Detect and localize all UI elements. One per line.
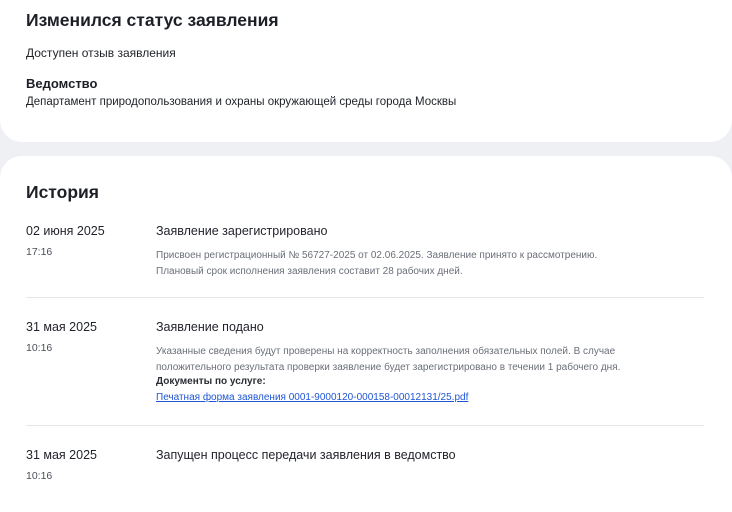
department-label: Ведомство bbox=[26, 76, 98, 91]
event-date: 02 июня 2025 bbox=[26, 224, 105, 238]
event-description-line: Плановый срок исполнения заявления соста… bbox=[156, 265, 463, 277]
documents-label: Документы по услуге: bbox=[156, 376, 266, 387]
event-date: 31 мая 2025 bbox=[26, 448, 97, 462]
event-description-line: Присвоен регистрационный № 56727-2025 от… bbox=[156, 250, 598, 261]
event-description: Присвоен регистрационный № 56727-2025 от… bbox=[156, 248, 708, 279]
event-title: Заявление подано bbox=[156, 320, 264, 334]
document-download-link[interactable]: Печатная форма заявления 0001-9000120-00… bbox=[156, 392, 468, 403]
history-title: История bbox=[26, 182, 99, 202]
department-value: Департамент природопользования и охраны … bbox=[26, 96, 457, 108]
history-card: История 02 июня 2025 17:16 Заявление зар… bbox=[0, 156, 732, 512]
status-card: Изменился статус заявления Доступен отзы… bbox=[0, 0, 732, 142]
event-description-line: положительного результата проверки заявл… bbox=[156, 361, 621, 373]
divider bbox=[26, 425, 704, 426]
status-title: Изменился статус заявления bbox=[26, 10, 279, 30]
event-time: 10:16 bbox=[26, 470, 53, 482]
status-subtitle: Доступен отзыв заявления bbox=[26, 46, 176, 60]
event-time: 10:16 bbox=[26, 342, 53, 354]
event-description-line: Указанные сведения будут проверены на ко… bbox=[156, 346, 616, 357]
event-time: 17:16 bbox=[26, 246, 53, 258]
event-date: 31 мая 2025 bbox=[26, 320, 97, 334]
event-title: Запущен процесс передачи заявления в вед… bbox=[156, 448, 456, 462]
event-description: Указанные сведения будут проверены на ко… bbox=[156, 344, 708, 375]
event-title: Заявление зарегистрировано bbox=[156, 224, 328, 238]
divider bbox=[26, 297, 704, 298]
